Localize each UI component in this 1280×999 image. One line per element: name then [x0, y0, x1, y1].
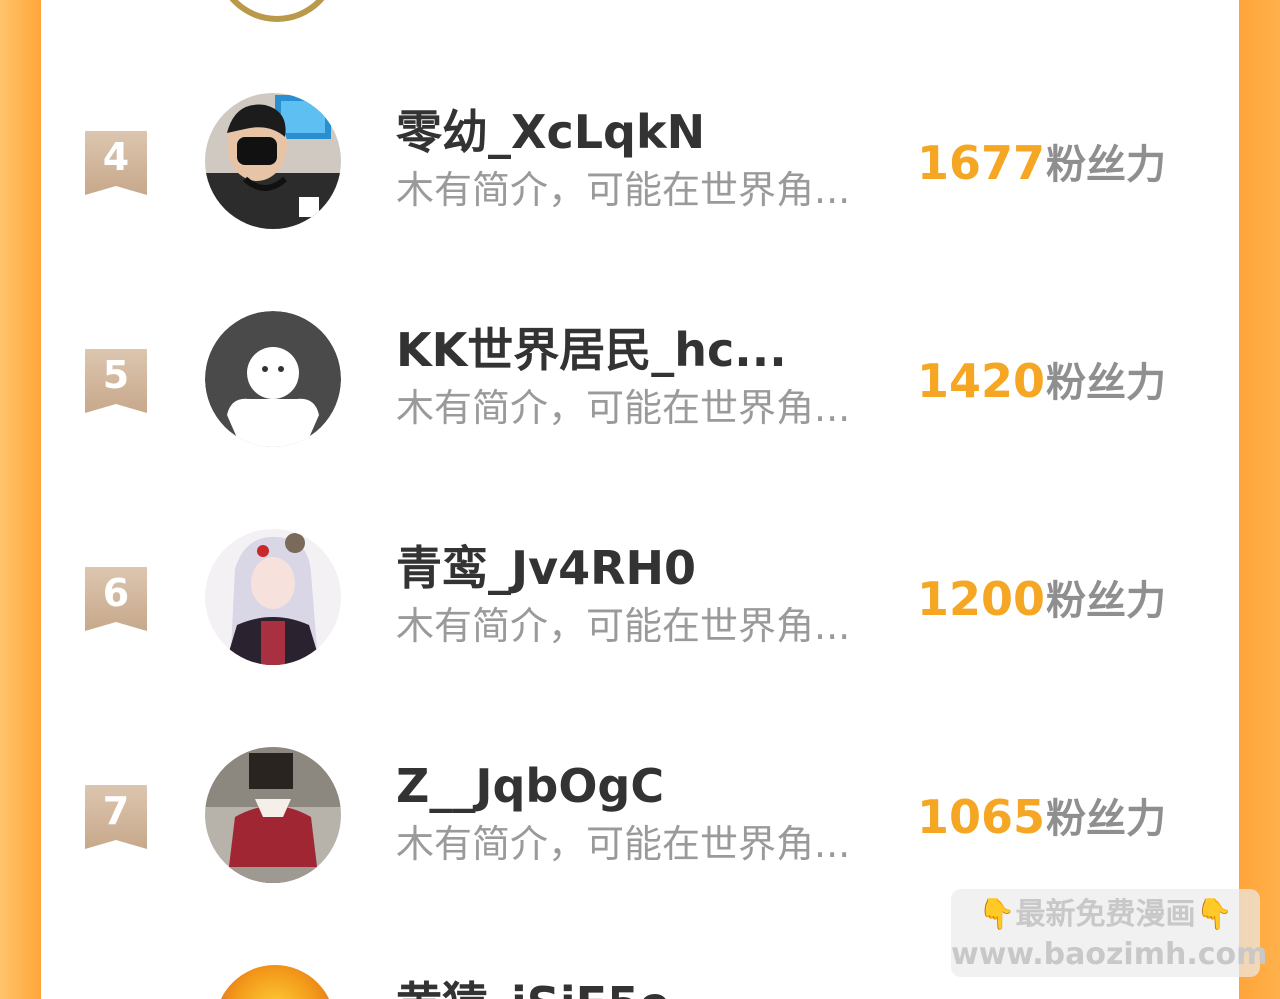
user-name[interactable]: 青鸾_Jv4RH0 [396, 539, 896, 597]
fan-power-score: 1420 [917, 354, 1046, 408]
rank-badge: 5 [85, 349, 147, 413]
fan-power-label: 粉丝力 [1046, 796, 1166, 842]
ranking-row[interactable]: 7 Z__JqbOgC 木有简介，可能在世界角... 1065 粉丝力 [41, 735, 1239, 895]
fan-power-score: 1065 [917, 790, 1046, 844]
user-bio: 木有简介，可能在世界角... [396, 386, 851, 430]
next-user-name-partial[interactable]: 黄猿_iSiF5e [396, 975, 670, 999]
user-bio: 木有简介，可能在世界角... [396, 822, 851, 866]
fan-power-label: 粉丝力 [1046, 142, 1166, 188]
user-avatar[interactable] [205, 747, 341, 883]
user-bio: 木有简介，可能在世界角... [396, 168, 851, 212]
watermark-line1: 最新免费漫画 [1015, 897, 1196, 932]
pointing-down-hand-icon: 👇 [978, 897, 1016, 932]
user-avatar[interactable] [205, 93, 341, 229]
rank-badge: 6 [85, 567, 147, 631]
rank-badge: 7 [85, 785, 147, 849]
user-avatar[interactable] [205, 311, 341, 447]
ranking-row[interactable]: 4 零幼_XcLqkN 木有简介，可能在世界角... 1677 粉丝力 [41, 81, 1239, 241]
fan-power-label: 粉丝力 [1046, 578, 1166, 624]
user-name[interactable]: 零幼_XcLqkN [396, 103, 896, 161]
ranking-panel: 4 零幼_XcLqkN 木有简介，可能在世界角... 1677 粉丝力 5 KK… [41, 0, 1239, 999]
user-name[interactable]: KK世界居民_hc... [396, 321, 896, 379]
previous-avatar-partial[interactable] [215, 0, 339, 22]
fan-power-score: 1200 [917, 572, 1046, 626]
ranking-row[interactable]: 5 KK世界居民_hc... 木有简介，可能在世界角... 1420 粉丝力 [41, 299, 1239, 459]
ranking-row[interactable]: 6 青鸾_Jv4RH0 木有简介，可能在世界角... 1200 粉丝力 [41, 517, 1239, 677]
user-name[interactable]: Z__JqbOgC [396, 757, 896, 815]
fan-power-score: 1677 [917, 136, 1046, 190]
fan-power-label: 粉丝力 [1046, 360, 1166, 406]
user-bio: 木有简介，可能在世界角... [396, 604, 851, 648]
next-avatar-partial[interactable] [215, 965, 335, 999]
site-watermark: 👇最新免费漫画👇 www.baozimh.com [951, 889, 1268, 977]
user-avatar[interactable] [205, 529, 341, 665]
watermark-line2: www.baozimh.com [951, 937, 1268, 972]
rank-badge: 4 [85, 131, 147, 195]
pointing-down-hand-icon: 👇 [1195, 897, 1233, 932]
